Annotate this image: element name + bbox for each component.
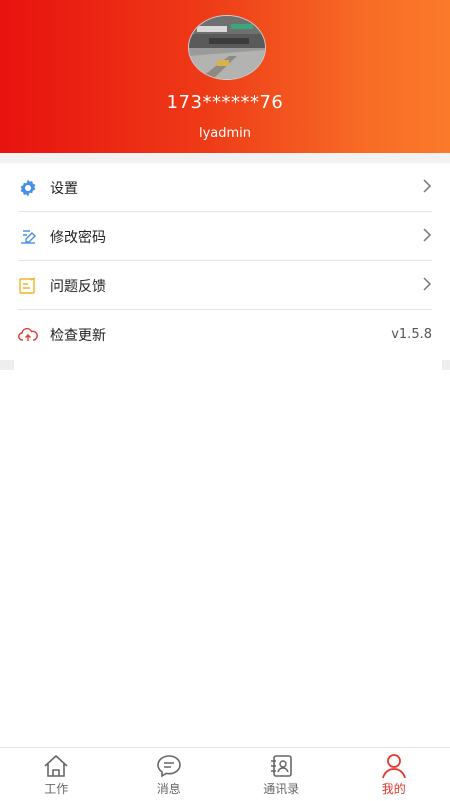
tab-contacts[interactable]: 通讯录 <box>225 748 338 801</box>
username: lyadmin <box>0 126 450 141</box>
tab-label: 消息 <box>157 780 181 797</box>
home-icon <box>42 753 70 779</box>
cloud-upload-icon <box>18 325 38 345</box>
bottom-tab-bar: 工作 消息 通讯录 我的 <box>0 747 450 801</box>
avatar[interactable] <box>188 15 266 80</box>
section-spacer <box>0 360 450 370</box>
tab-label: 工作 <box>44 780 68 797</box>
tab-label: 通讯录 <box>263 780 299 797</box>
menu-item-check-update[interactable]: 检查更新 v1.5.8 <box>0 310 450 359</box>
menu-label: 问题反馈 <box>50 276 106 296</box>
profile-header: 173******76 lyadmin <box>0 0 450 153</box>
phone-number: 173******76 <box>0 92 450 113</box>
version-text: v1.5.8 <box>391 310 432 359</box>
tab-work[interactable]: 工作 <box>0 748 113 801</box>
message-icon <box>155 753 183 779</box>
tab-mine[interactable]: 我的 <box>338 748 450 801</box>
tab-label: 我的 <box>382 780 406 797</box>
user-icon <box>380 753 408 779</box>
contacts-icon <box>267 753 295 779</box>
edit-password-icon <box>18 227 38 247</box>
menu-label: 修改密码 <box>50 227 106 247</box>
gear-icon <box>18 178 38 198</box>
chevron-right-icon <box>422 277 432 295</box>
feedback-icon <box>18 276 38 296</box>
menu-label: 检查更新 <box>50 325 106 345</box>
settings-menu: 设置 修改密码 <box>0 163 450 359</box>
menu-label: 设置 <box>50 178 78 198</box>
menu-item-settings[interactable]: 设置 <box>0 163 450 212</box>
chevron-right-icon <box>422 179 432 197</box>
menu-item-feedback[interactable]: 问题反馈 <box>0 261 450 310</box>
tab-messages[interactable]: 消息 <box>113 748 226 801</box>
menu-item-change-password[interactable]: 修改密码 <box>0 212 450 261</box>
section-spacer <box>0 153 450 163</box>
chevron-right-icon <box>422 228 432 246</box>
